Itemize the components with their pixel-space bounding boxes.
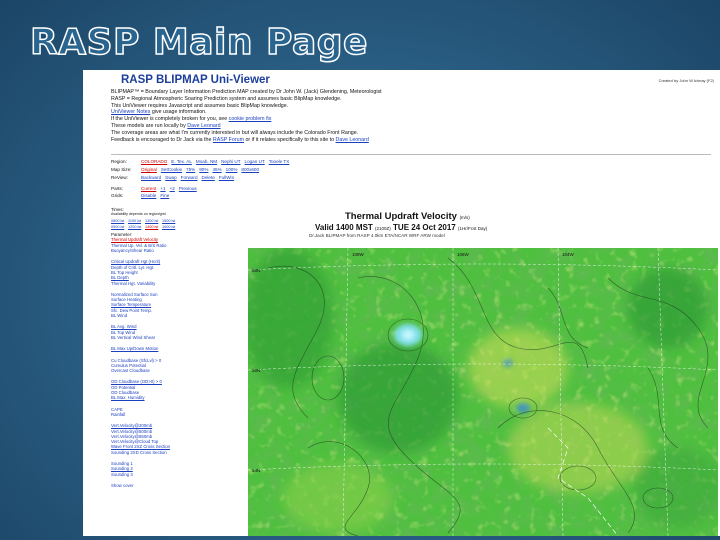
- intro-text: BLIPMAP™ = Boundary Layer Information Pr…: [111, 89, 701, 143]
- review-label: ReView:: [111, 175, 129, 180]
- intro-line: If the UniViewer is completely broken fo…: [111, 116, 272, 123]
- slide-title: RASP Main Page: [29, 21, 368, 64]
- mapsize-row: Map Size: Original SetCookie 75% 90% 45% 100% 8…: [111, 167, 263, 172]
- region-option[interactable]: COLORADO: [141, 159, 167, 164]
- grids-row: Grids: Disable Fine: [111, 193, 173, 198]
- lon-label: 108W: [352, 252, 365, 257]
- times-note: Availability depends on region/grid: [111, 212, 166, 217]
- credit-text: Created by John W.Ichnay (F2): [658, 78, 714, 83]
- time-option[interactable]: 1400 lst: [145, 225, 161, 230]
- time-option[interactable]: 1600 lst: [162, 225, 178, 230]
- times-grid: 0800 lst 1100 lst 1300 lst 1500 lst 0900 lst…: [111, 219, 201, 231]
- lat-label: 38N: [252, 268, 260, 273]
- parts-option[interactable]: Current: [141, 186, 156, 191]
- intro-line: These models are run locally by Dave Leo…: [111, 122, 221, 129]
- time-option[interactable]: 0800 lst: [111, 219, 127, 224]
- region-row: Region: COLORADO E. Tex. AL Moab, NM Nephi U…: [111, 159, 293, 164]
- grids-option[interactable]: Fine: [160, 193, 169, 198]
- mapsize-option[interactable]: 800x600: [241, 167, 259, 172]
- mapsize-option[interactable]: Original: [141, 167, 157, 172]
- parameter-groups: Thermal Updraft Velocity Thermal Up. Vel.…: [111, 237, 201, 494]
- cookie-fix-link[interactable]: cookie problem fix: [229, 116, 272, 122]
- time-option[interactable]: 0900 lst: [111, 225, 127, 230]
- parts-option[interactable]: +2: [170, 186, 175, 191]
- plot-source: Dr.Jack BLIPMAP from RASP 4.0km ETA/NCAR…: [309, 233, 445, 238]
- rasp-screenshot: RASP BLIPMAP Uni-Viewer Created by John …: [83, 70, 720, 536]
- region-option[interactable]: Moab, NM: [196, 159, 217, 164]
- plot-title: Thermal Updraft Velocity (m/s): [345, 211, 470, 222]
- time-option[interactable]: 1100 lst: [128, 219, 144, 224]
- review-row: ReView: Backward Swap Forward Delete FullWin: [111, 175, 238, 180]
- parts-option[interactable]: +1: [160, 186, 165, 191]
- time-option[interactable]: 1500 lst: [162, 219, 178, 224]
- thermal-map[interactable]: 38N 36N 34N 108W 106W 104W: [248, 248, 718, 536]
- parts-label: Parts:: [111, 186, 123, 191]
- lon-label: 106W: [457, 252, 470, 257]
- mapsize-option[interactable]: SetCookie: [161, 167, 182, 172]
- intro-line: This UniViewer requires Javascript and a…: [111, 102, 289, 109]
- region-option[interactable]: Logan UT: [245, 159, 265, 164]
- lat-label: 34N: [252, 468, 260, 473]
- parts-option[interactable]: Previous: [179, 186, 197, 191]
- region-option[interactable]: Nephi UT: [221, 159, 240, 164]
- time-option[interactable]: 1300 lst: [145, 219, 161, 224]
- region-option[interactable]: E. Tex. AL: [171, 159, 192, 164]
- univiewer-notes-link[interactable]: UniViewer Notes: [111, 109, 150, 115]
- plot-valid-time: Valid 1400 MST (2100Z) TUE 24 Oct 2017 (…: [315, 223, 488, 232]
- thermal-map-svg: 38N 36N 34N 108W 106W 104W: [248, 248, 718, 536]
- contact-link[interactable]: Dave Leonard: [336, 137, 369, 143]
- lon-label: 104W: [562, 252, 575, 257]
- mapsize-option[interactable]: 90%: [199, 167, 208, 172]
- lat-label: 36N: [252, 368, 260, 373]
- divider: [111, 154, 711, 155]
- app-title: RASP BLIPMAP Uni-Viewer: [121, 74, 270, 86]
- mapsize-option[interactable]: 45%: [212, 167, 221, 172]
- review-option[interactable]: Backward: [141, 175, 161, 180]
- author-link[interactable]: Dave Leonard: [187, 123, 220, 129]
- intro-line: Feedback is encouraged to Dr Jack via th…: [111, 136, 369, 143]
- region-option[interactable]: Tooele TX: [269, 159, 290, 164]
- rasp-forum-link[interactable]: RASP Forum: [213, 137, 244, 143]
- intro-line: RASP = Regional Atmospheric Soaring Pred…: [111, 95, 342, 102]
- intro-line: The coverage areas are what I'm currentl…: [111, 129, 359, 136]
- review-option[interactable]: FullWin: [219, 175, 234, 180]
- review-option[interactable]: Forward: [181, 175, 198, 180]
- time-option[interactable]: 1200 lst: [128, 225, 144, 230]
- mapsize-option[interactable]: 75%: [186, 167, 195, 172]
- intro-line: UniViewer Notes give usage information.: [111, 109, 207, 116]
- grids-label: Grids:: [111, 193, 124, 198]
- region-label: Region:: [111, 159, 127, 164]
- intro-line: BLIPMAP™ = Boundary Layer Information Pr…: [111, 89, 382, 95]
- mapsize-label: Map Size:: [111, 167, 132, 172]
- review-option[interactable]: Swap: [165, 175, 177, 180]
- parameter-menu: Times: Availability depends on region/gr…: [111, 207, 201, 494]
- parts-row: Parts: Current +1 +2 Previous: [111, 186, 201, 191]
- review-option[interactable]: Delete: [202, 175, 215, 180]
- grids-option[interactable]: Disable: [141, 193, 156, 198]
- mapsize-option[interactable]: 100%: [226, 167, 238, 172]
